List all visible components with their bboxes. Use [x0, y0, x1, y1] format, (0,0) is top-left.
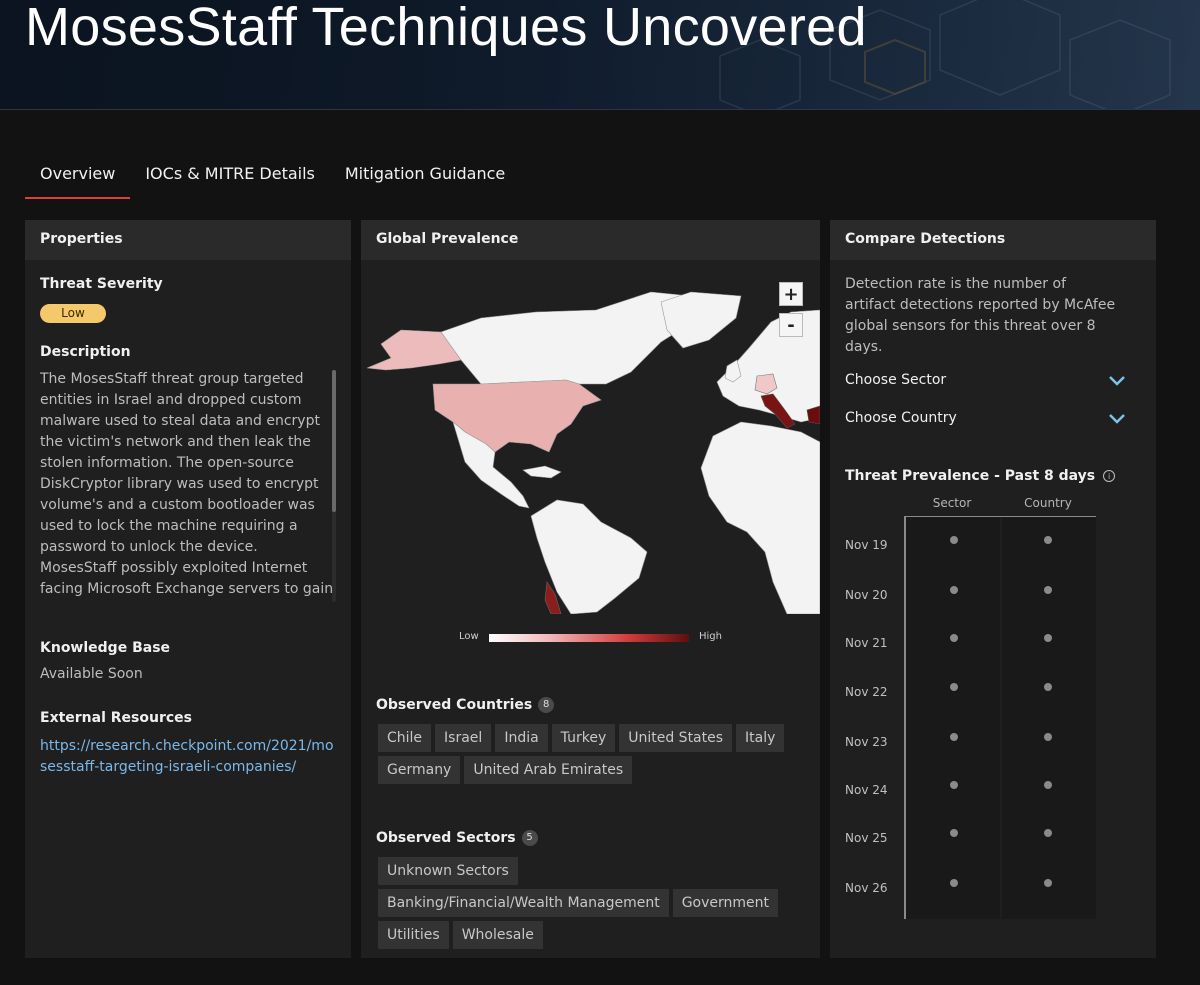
country-chip: Turkey	[551, 724, 616, 752]
observed-countries-label: Observed Countries	[376, 697, 533, 713]
row-date-label: Nov 20	[845, 588, 888, 602]
page-title: MosesStaff Techniques Uncovered	[25, 0, 867, 57]
country-chip: United States	[619, 724, 733, 752]
sector-chip: Unknown Sectors	[378, 857, 518, 885]
knowledge-base-label: Knowledge Base	[40, 640, 171, 656]
country-dot	[1044, 634, 1052, 642]
sector-chip-list: Unknown Sectors Banking/Financial/Wealth …	[378, 857, 808, 949]
choose-country-dropdown[interactable]: Choose Country	[845, 408, 1125, 432]
global-prevalence-header: Global Prevalence	[361, 220, 820, 260]
sector-dot	[950, 634, 958, 642]
tab-mitigation-guidance[interactable]: Mitigation Guidance	[330, 152, 520, 199]
chevron-down-icon	[1109, 414, 1125, 424]
sector-chip: Government	[672, 889, 779, 917]
detection-rate-description: Detection rate is the number of artifact…	[845, 276, 1116, 355]
choose-sector-dropdown[interactable]: Choose Sector	[845, 370, 1125, 394]
country-dot	[1044, 733, 1052, 741]
description-text: The MosesStaff threat group targeted ent…	[40, 371, 334, 597]
sector-dot	[950, 586, 958, 594]
map-greenland[interactable]	[660, 291, 742, 349]
compare-detections-header: Compare Detections	[830, 220, 1156, 260]
legend-low-label: Low	[459, 631, 479, 642]
legend-gradient-bar	[489, 634, 689, 642]
row-date-label: Nov 19	[845, 538, 888, 552]
map-africa[interactable]	[700, 421, 820, 614]
info-icon[interactable]: i	[1103, 470, 1116, 482]
sector-dot	[950, 879, 958, 887]
row-date-label: Nov 26	[845, 881, 888, 895]
severity-badge: Low	[40, 304, 106, 323]
world-map-graphic	[366, 291, 820, 614]
sector-dot	[950, 536, 958, 544]
observed-countries-title: Observed Countries 8	[376, 697, 555, 713]
observed-sectors-count: 5	[521, 830, 538, 846]
description-scrollbar[interactable]	[332, 370, 336, 602]
sector-column	[906, 517, 1000, 919]
country-dot	[1044, 536, 1052, 544]
sector-dot	[950, 683, 958, 691]
knowledge-base-value: Available Soon	[40, 666, 143, 682]
sector-chip: Utilities	[378, 921, 449, 949]
legend-high-label: High	[699, 631, 722, 642]
row-date-label: Nov 24	[845, 783, 888, 797]
observed-countries-count: 8	[538, 697, 555, 713]
prevalence-grid	[904, 516, 1096, 919]
compare-detections-panel: Compare Detections Detection rate is the…	[830, 220, 1156, 958]
zoom-in-button[interactable]: +	[779, 282, 803, 306]
observed-sectors-label: Observed Sectors	[376, 830, 516, 846]
row-date-label: Nov 21	[845, 636, 888, 650]
global-prevalence-panel: Global Prevalence + - Low High Observed …	[361, 220, 820, 958]
tab-iocs-mitre[interactable]: IOCs & MITRE Details	[130, 152, 330, 199]
row-date-label: Nov 23	[845, 735, 888, 749]
observed-sectors-title: Observed Sectors 5	[376, 830, 538, 846]
description-label: Description	[40, 344, 131, 360]
map-caribbean[interactable]	[522, 465, 562, 479]
country-dot	[1044, 879, 1052, 887]
row-date-label: Nov 25	[845, 831, 888, 845]
country-dot	[1044, 683, 1052, 691]
properties-panel: Properties Threat Severity Low Descripti…	[25, 220, 351, 958]
world-map[interactable]	[361, 282, 820, 614]
external-resources-label: External Resources	[40, 710, 192, 726]
page-header: MosesStaff Techniques Uncovered	[0, 0, 1200, 110]
map-united-states[interactable]	[432, 379, 602, 453]
country-dot	[1044, 781, 1052, 789]
chevron-down-icon	[1109, 376, 1125, 386]
country-chip-list: Chile Israel India Turkey United States Italy…	[378, 724, 808, 784]
choose-country-label: Choose Country	[845, 410, 957, 426]
country-dot	[1044, 829, 1052, 837]
threat-prevalence-label: Threat Prevalence - Past 8 days	[845, 468, 1096, 484]
country-chip: United Arab Emirates	[464, 756, 633, 784]
country-chip: Italy	[736, 724, 785, 752]
sector-chip: Wholesale	[452, 921, 543, 949]
column-header-sector: Sector	[932, 496, 972, 510]
country-chip: Israel	[435, 724, 492, 752]
sector-dot	[950, 733, 958, 741]
sector-chip: Banking/Financial/Wealth Management	[378, 889, 669, 917]
country-dot	[1044, 586, 1052, 594]
threat-severity-label: Threat Severity	[40, 276, 163, 292]
choose-sector-label: Choose Sector	[845, 372, 947, 388]
external-resource-link[interactable]: https://research.checkpoint.com/2021/mos…	[40, 736, 340, 778]
sector-dot	[950, 781, 958, 789]
zoom-out-button[interactable]: -	[779, 313, 803, 337]
properties-header: Properties	[25, 220, 351, 260]
column-header-country: Country	[1024, 496, 1072, 510]
tab-bar: Overview IOCs & MITRE Details Mitigation…	[25, 152, 520, 200]
sector-dot	[950, 829, 958, 837]
country-column	[1002, 517, 1096, 919]
row-date-label: Nov 22	[845, 685, 888, 699]
country-chip: Germany	[378, 756, 461, 784]
tab-overview[interactable]: Overview	[25, 152, 131, 199]
map-canada[interactable]	[440, 291, 697, 385]
country-chip: Chile	[378, 724, 432, 752]
scrollbar-thumb[interactable]	[332, 370, 336, 512]
country-chip: India	[495, 724, 548, 752]
threat-prevalence-title: Threat Prevalence - Past 8 days i	[845, 468, 1116, 484]
